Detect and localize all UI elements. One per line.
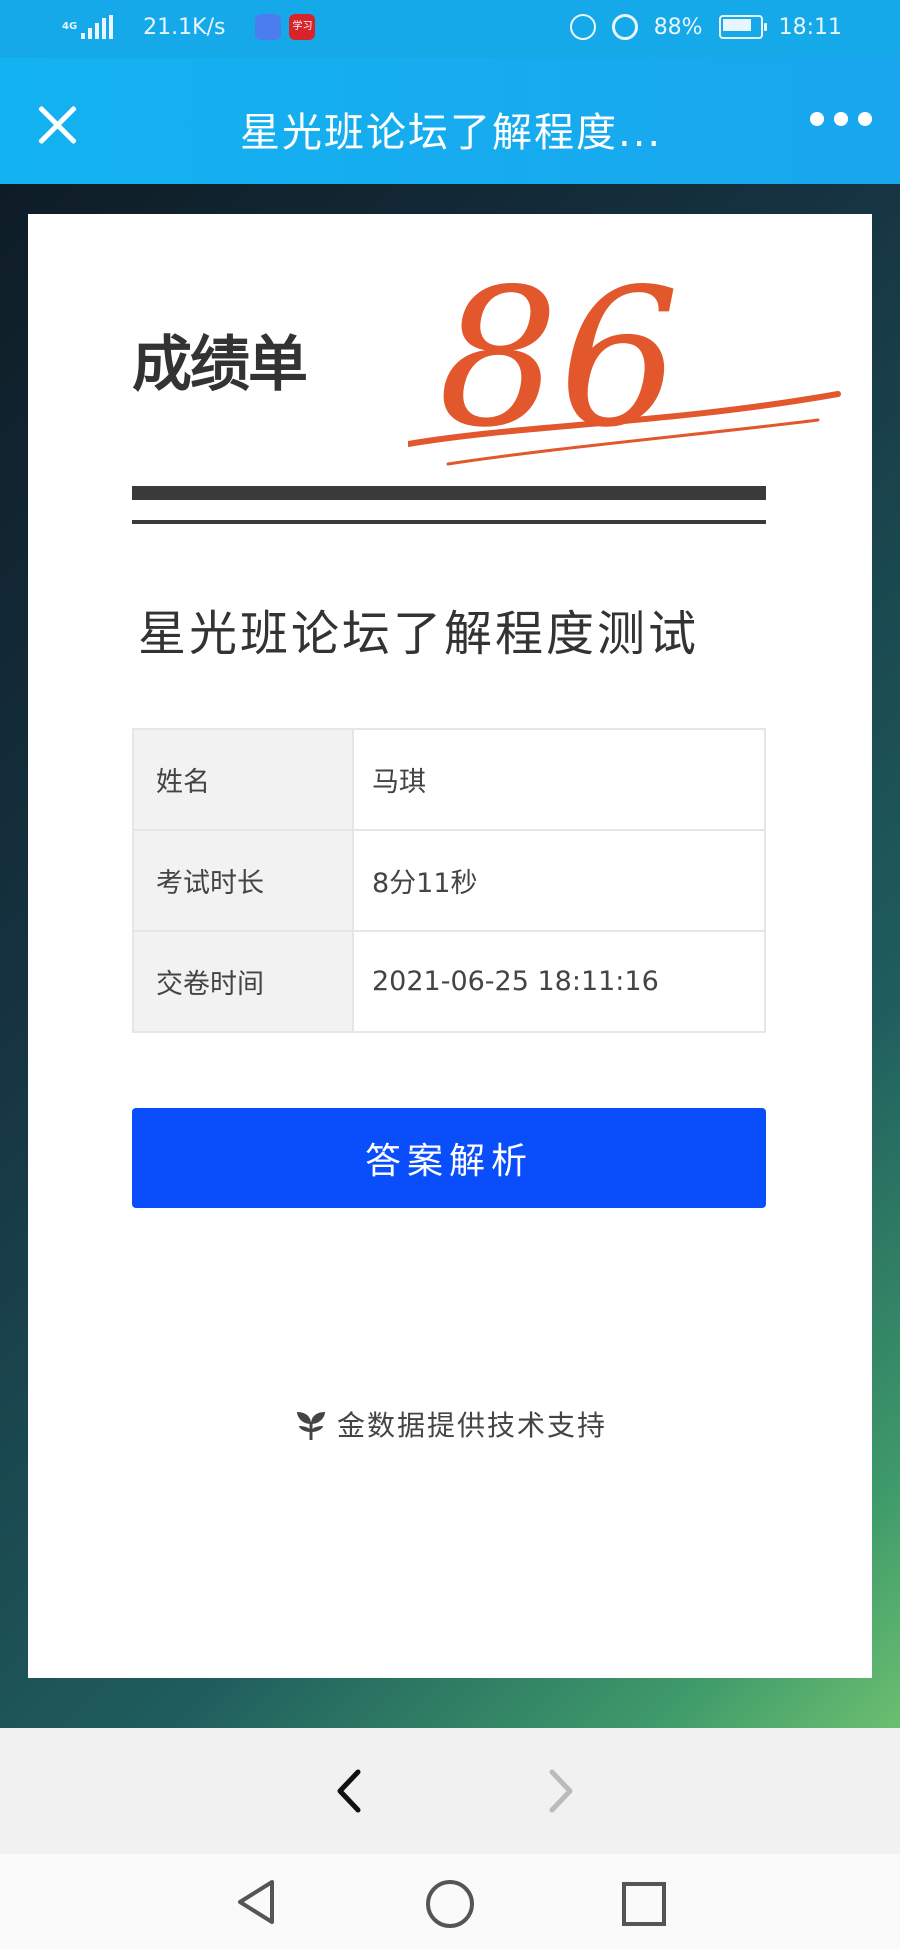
network-speed: 21.1K/s	[143, 14, 226, 40]
score-handwriting: 86	[408, 274, 841, 469]
hd-call-icon	[569, 14, 596, 40]
music-app-icon	[255, 14, 282, 40]
info-row: 交卷时间 2021-06-25 18:11:16	[132, 930, 766, 1033]
result-info-table: 姓名 马琪 考试时长 8分11秒 交卷时间 2021-06-25 18:11:16	[132, 728, 766, 1033]
info-row-value: 2021-06-25 18:11:16	[352, 930, 766, 1033]
jinshuju-logo-icon	[296, 1412, 325, 1440]
info-row-label: 姓名	[132, 728, 354, 831]
clock: 18:11	[778, 14, 842, 40]
heading-rule-thick	[132, 486, 766, 500]
battery-icon	[718, 15, 767, 39]
result-card: 成绩单 86 星光班论坛了解程度测试 姓名 马琪 考试时长 8分11秒 交卷时间 2021…	[28, 214, 872, 1678]
powered-by: 金数据提供技术支持	[28, 1404, 872, 1444]
info-row: 姓名 马琪	[132, 728, 766, 831]
score-value: 86	[438, 274, 680, 469]
footer-text: 金数据提供技术支持	[336, 1409, 607, 1442]
browser-nav-bar	[0, 1728, 900, 1854]
heading-rule-thin	[132, 520, 766, 524]
info-row-value: 8分11秒	[352, 829, 766, 932]
system-back-icon[interactable]	[234, 1878, 278, 1926]
battery-percent: 88%	[653, 14, 703, 40]
forward-arrow-icon[interactable]	[536, 1768, 582, 1814]
status-bar: 4G 21.1K/s 学习 88% 18:11	[0, 0, 900, 58]
back-arrow-icon[interactable]	[328, 1768, 374, 1814]
answer-analysis-button[interactable]: 答案解析	[132, 1108, 766, 1208]
title-bar: 星光班论坛了解程度...	[0, 58, 900, 184]
xuexi-app-icon: 学习	[289, 14, 316, 40]
signal-indicator: 4G	[62, 15, 114, 39]
exam-title: 星光班论坛了解程度测试	[138, 606, 700, 662]
card-heading: 成绩单	[132, 330, 308, 400]
signal-icon	[81, 15, 114, 39]
alarm-icon	[611, 14, 638, 40]
score-badge: 86	[408, 274, 848, 494]
info-row-label: 考试时长	[132, 829, 354, 932]
system-nav-bar	[0, 1854, 900, 1950]
system-recents-icon[interactable]	[622, 1882, 666, 1926]
info-row: 考试时长 8分11秒	[132, 829, 766, 932]
network-type: 4G	[62, 21, 78, 32]
close-icon[interactable]	[28, 96, 86, 154]
info-row-value: 马琪	[352, 728, 766, 831]
system-home-icon[interactable]	[426, 1880, 474, 1928]
info-row-label: 交卷时间	[132, 930, 354, 1033]
page-title: 星光班论坛了解程度...	[240, 110, 663, 156]
more-menu-icon[interactable]	[810, 112, 872, 126]
